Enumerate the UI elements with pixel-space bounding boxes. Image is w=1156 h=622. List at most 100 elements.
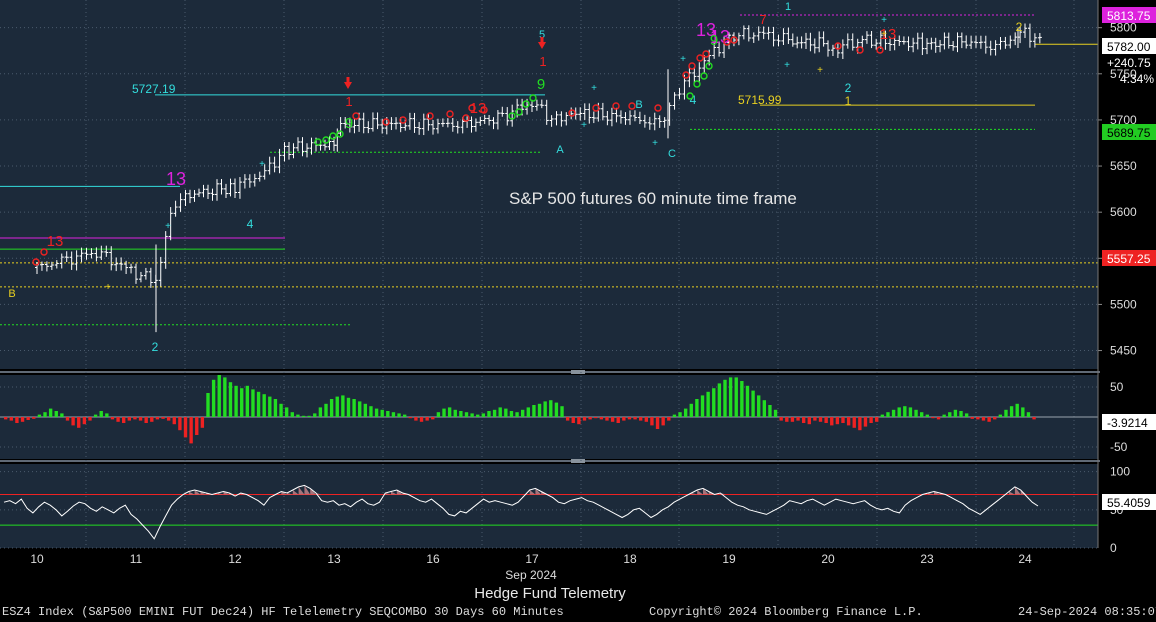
histogram-bar <box>391 412 396 417</box>
histogram-bar <box>127 417 132 421</box>
last-price-tag: 5782.00 <box>1107 40 1151 54</box>
setup-count-label: B <box>8 288 15 300</box>
histogram-bar <box>998 414 1003 417</box>
histogram-bar <box>919 412 924 417</box>
histogram-bar <box>178 417 182 431</box>
histogram-bar <box>240 388 244 417</box>
histogram-bar <box>313 413 317 417</box>
histogram-bar <box>627 417 632 420</box>
histogram-bar <box>633 417 637 420</box>
histogram-bar <box>352 399 356 417</box>
histogram-bar <box>116 417 120 422</box>
setup-count-label: 7 <box>759 12 766 27</box>
setup-count-label: 13 <box>470 100 487 117</box>
histogram-bar <box>942 414 946 417</box>
x-tick-label: 20 <box>821 552 835 566</box>
histogram-bar <box>728 377 733 417</box>
histogram-bar <box>863 417 868 427</box>
histogram-bar <box>453 409 457 417</box>
histogram-bar <box>284 407 289 417</box>
histogram-bar <box>588 417 592 420</box>
histogram-bar <box>830 417 834 426</box>
histogram-bar <box>279 403 283 417</box>
histogram-bar <box>970 417 974 419</box>
histogram-bar <box>228 382 233 417</box>
histogram-bar <box>903 406 907 417</box>
histogram-bar <box>234 385 238 417</box>
histogram-bar <box>599 417 604 420</box>
histogram-bar <box>380 409 384 417</box>
x-tick-label: 12 <box>228 552 242 566</box>
x-axis-month: Sep 2024 <box>505 568 557 582</box>
histogram-bar <box>936 417 941 420</box>
histogram-bar <box>183 417 188 438</box>
setup-count-label: 9 <box>710 32 718 49</box>
setup-count-label: 2 <box>1016 20 1023 34</box>
histogram-bar <box>133 417 137 420</box>
histogram-bar <box>678 412 682 417</box>
histogram-bar <box>93 414 98 417</box>
histogram-bar <box>419 417 424 422</box>
histogram-bar <box>268 396 272 417</box>
histogram-bar <box>60 413 64 417</box>
histogram-bar <box>773 409 778 417</box>
histogram-bar <box>161 417 165 419</box>
histogram-bar <box>880 414 885 417</box>
histogram-bar <box>717 383 722 417</box>
histogram-bar <box>211 379 216 417</box>
histogram-bar <box>655 417 660 429</box>
histogram-bar <box>976 417 980 420</box>
security-description: ESZ4 Index (S&P500 EMINI FUT Dec24) HF T… <box>2 605 564 619</box>
osc-tick-label: 0 <box>1110 541 1117 555</box>
histogram-bar <box>914 409 918 417</box>
histogram-bar <box>105 413 109 417</box>
divider-grip-1[interactable] <box>571 370 585 374</box>
histogram-bar <box>487 411 491 417</box>
histogram-bar <box>948 412 952 417</box>
x-tick-label: 10 <box>30 552 44 566</box>
x-tick-label: 23 <box>920 552 934 566</box>
histogram-bar <box>554 402 559 417</box>
histogram-bar <box>307 415 311 417</box>
histogram-bar <box>582 417 587 421</box>
setup-count-label: 2 <box>845 81 852 95</box>
histogram-bar <box>223 377 227 417</box>
histogram-bar <box>77 417 81 428</box>
level-label-yellow: 5715.99 <box>738 93 782 107</box>
histogram-bar <box>537 403 542 417</box>
footer-timestamp: 24-Sep-2024 08:35:07 <box>1018 605 1156 619</box>
histogram-bar <box>414 417 418 421</box>
histogram-bar <box>464 412 469 417</box>
histogram-bar <box>689 403 693 417</box>
histogram-bar <box>796 417 800 421</box>
setup-count-label: 1 <box>539 54 546 69</box>
y-tick-label: 5650 <box>1110 159 1137 173</box>
histogram-bar <box>801 417 806 423</box>
histogram-bar <box>431 417 435 420</box>
histogram-bar <box>712 388 716 417</box>
histogram-bar <box>622 417 626 421</box>
setup-count-label: 4 <box>247 217 254 231</box>
setup-count-label: 1 <box>845 94 852 108</box>
histogram-bar <box>318 407 323 417</box>
x-tick-label: 17 <box>525 552 539 566</box>
histogram-bar <box>144 417 148 423</box>
histogram-bar <box>481 413 486 417</box>
histogram-bar <box>99 411 103 417</box>
histogram-bar <box>459 411 463 417</box>
histogram-bar <box>26 417 30 420</box>
histogram-bar <box>841 417 845 423</box>
plus-mark: + <box>784 60 790 71</box>
histogram-bar <box>447 407 452 417</box>
histogram-bar <box>386 411 390 417</box>
divider-grip-2[interactable] <box>571 459 585 463</box>
histogram-bar <box>925 414 929 417</box>
histogram-bar <box>745 385 750 417</box>
setup-count-label: 13 <box>47 233 64 250</box>
histogram-bar <box>964 413 969 417</box>
x-tick-label: 13 <box>327 552 341 566</box>
y-tick-label: 5450 <box>1110 344 1137 358</box>
histogram-bar <box>9 417 13 421</box>
histogram-bar <box>532 405 536 417</box>
histogram-bar <box>858 417 862 431</box>
